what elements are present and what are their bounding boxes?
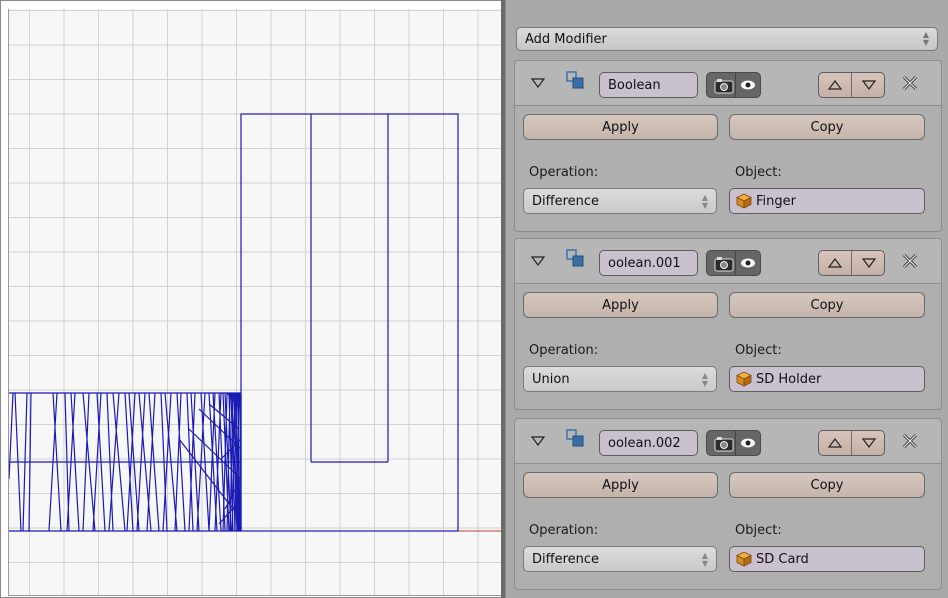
move-separator: [851, 73, 852, 97]
camera-icon[interactable]: [713, 78, 735, 94]
operation-label: Operation:: [529, 523, 599, 538]
tall-box-wireframe: [240, 113, 459, 532]
object-value: Finger: [756, 194, 796, 209]
visibility-toggles: [706, 72, 761, 98]
modifier-panel-boolean-002: oolean.002 Apply Copy Operation: Object:…: [514, 418, 942, 590]
modifier-header: Boolean: [514, 60, 942, 106]
x-close-icon[interactable]: [899, 430, 921, 452]
apply-button[interactable]: Apply: [523, 472, 718, 498]
toggle-separator: [735, 251, 736, 275]
object-value: SD Holder: [756, 372, 822, 387]
camera-icon[interactable]: [713, 256, 735, 272]
apply-button[interactable]: Apply: [523, 292, 718, 318]
operation-value: Difference: [532, 194, 600, 209]
apply-button[interactable]: Apply: [523, 114, 718, 140]
x-close-icon[interactable]: [899, 72, 921, 94]
object-label: Object:: [735, 165, 782, 180]
move-up-down-buttons: [818, 250, 885, 276]
move-up-down-buttons: [818, 430, 885, 456]
select-arrows-icon: ▲ ▼: [701, 551, 708, 568]
object-cube-icon: [736, 193, 752, 209]
dropdown-arrows-icon: ▲ ▼: [922, 30, 929, 47]
triangle-up-icon[interactable]: [827, 436, 843, 450]
modifier-header: oolean.001: [514, 238, 942, 284]
toggle-separator: [735, 431, 736, 455]
triangle-down-icon[interactable]: [861, 256, 877, 270]
triangle-up-icon[interactable]: [827, 256, 843, 270]
toggle-separator: [735, 73, 736, 97]
object-label: Object:: [735, 523, 782, 538]
triangle-down-icon[interactable]: [529, 432, 547, 450]
copy-button[interactable]: Copy: [729, 292, 925, 318]
modifier-body: Apply Copy Operation: Object: Difference…: [514, 106, 942, 232]
object-value: SD Card: [756, 552, 809, 567]
triangle-down-icon[interactable]: [529, 74, 547, 92]
select-arrows-icon: ▲ ▼: [701, 371, 708, 388]
move-up-down-buttons: [818, 72, 885, 98]
modifier-name-field[interactable]: oolean.002: [599, 430, 698, 456]
operation-value: Difference: [532, 552, 600, 567]
move-separator: [851, 431, 852, 455]
operation-select[interactable]: Union ▲ ▼: [523, 366, 717, 392]
object-field[interactable]: SD Holder: [729, 366, 925, 392]
modifier-properties-panel: Add Modifier ▲ ▼ Boolean Apply Copy Opera…: [505, 0, 948, 598]
boolean-modifier-icon: [566, 71, 584, 89]
eye-icon[interactable]: [739, 77, 757, 93]
operation-select[interactable]: Difference ▲ ▼: [523, 546, 717, 572]
operation-label: Operation:: [529, 343, 599, 358]
object-cube-icon: [736, 551, 752, 567]
modifier-body: Apply Copy Operation: Object: Union ▲ ▼ S…: [514, 284, 942, 410]
visibility-toggles: [706, 250, 761, 276]
triangle-down-icon[interactable]: [529, 252, 547, 270]
modifier-name-field[interactable]: Boolean: [599, 72, 698, 98]
wireframe-mesh: [9, 113, 501, 532]
modifier-name-field[interactable]: oolean.001: [599, 250, 698, 276]
move-separator: [851, 251, 852, 275]
3d-viewport[interactable]: [8, 9, 501, 596]
copy-button[interactable]: Copy: [729, 114, 925, 140]
x-close-icon[interactable]: [899, 250, 921, 272]
modifier-body: Apply Copy Operation: Object: Difference…: [514, 464, 942, 590]
triangle-down-icon[interactable]: [861, 78, 877, 92]
operation-value: Union: [532, 372, 570, 387]
modifier-header: oolean.002: [514, 418, 942, 464]
object-field[interactable]: SD Card: [729, 546, 925, 572]
dense-block-wireframe: [9, 392, 242, 532]
visibility-toggles: [706, 430, 761, 456]
object-cube-icon: [736, 371, 752, 387]
triangle-down-icon[interactable]: [861, 436, 877, 450]
modifier-panel-boolean-001: oolean.001 Apply Copy Operation: Object:…: [514, 238, 942, 410]
eye-icon[interactable]: [739, 255, 757, 271]
object-field[interactable]: Finger: [729, 188, 925, 214]
camera-icon[interactable]: [713, 436, 735, 452]
add-modifier-label: Add Modifier: [525, 32, 607, 47]
copy-button[interactable]: Copy: [729, 472, 925, 498]
select-arrows-icon: ▲ ▼: [701, 193, 708, 210]
triangle-up-icon[interactable]: [827, 78, 843, 92]
operation-select[interactable]: Difference ▲ ▼: [523, 188, 717, 214]
eye-icon[interactable]: [739, 435, 757, 451]
object-label: Object:: [735, 343, 782, 358]
add-modifier-dropdown[interactable]: Add Modifier ▲ ▼: [516, 27, 938, 51]
modifier-panel-boolean: Boolean Apply Copy Operation: Object: Di…: [514, 60, 942, 232]
boolean-modifier-icon: [566, 429, 584, 447]
operation-label: Operation:: [529, 165, 599, 180]
boolean-modifier-icon: [566, 249, 584, 267]
